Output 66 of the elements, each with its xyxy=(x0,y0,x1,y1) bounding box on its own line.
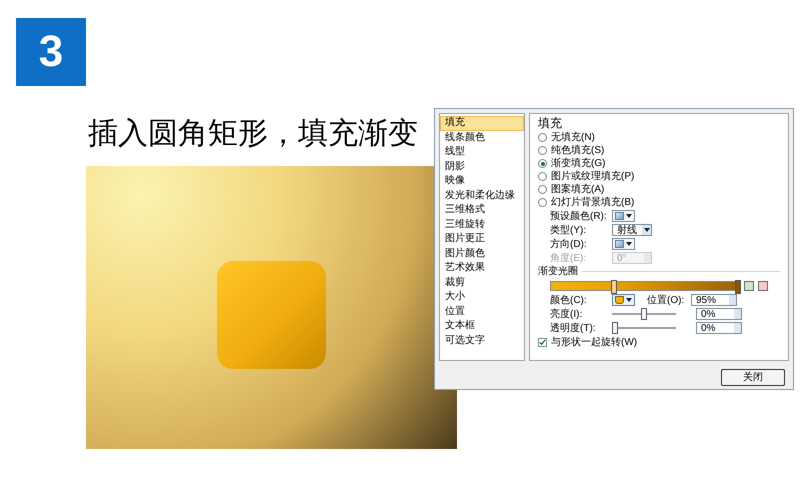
checkbox-label: 与形状一起旋转(W) xyxy=(551,336,638,348)
transparency-slider[interactable] xyxy=(612,322,676,334)
sidebar-item[interactable]: 位置 xyxy=(440,304,524,319)
slider-thumb[interactable] xyxy=(612,322,618,334)
radio-button[interactable] xyxy=(538,185,547,194)
add-stop-icon[interactable] xyxy=(744,280,754,290)
sidebar-item[interactable]: 三维旋转 xyxy=(440,218,524,232)
type-dropdown[interactable]: 射线 xyxy=(612,224,652,236)
sidebar-item[interactable]: 阴影 xyxy=(440,160,524,174)
section-title: 渐变光圈 xyxy=(538,265,578,278)
field-label: 颜色(C): xyxy=(550,294,588,306)
radio-label: 无填充(N) xyxy=(551,131,595,144)
radio-label: 纯色填充(S) xyxy=(551,144,604,157)
color-button[interactable] xyxy=(612,294,635,306)
slide-heading: 插入圆角矩形，填充渐变 xyxy=(88,116,418,152)
sidebar-item[interactable]: 映像 xyxy=(440,174,524,188)
sidebar-item[interactable]: 发光和柔化边缘 xyxy=(440,188,524,203)
preset-color-button[interactable] xyxy=(612,210,635,222)
caret-icon xyxy=(644,228,650,232)
sidebar-item[interactable]: 裁剪 xyxy=(440,276,524,290)
brightness-input[interactable]: 0% xyxy=(696,308,742,320)
field-label: 方向(D): xyxy=(550,238,588,250)
sidebar-item[interactable]: 线条颜色 xyxy=(440,130,524,145)
radio-label: 幻灯片背景填充(B) xyxy=(551,196,634,209)
slider-thumb[interactable] xyxy=(641,308,647,320)
transparency-input[interactable]: 0% xyxy=(696,322,742,334)
sidebar-item[interactable]: 文本框 xyxy=(440,319,524,334)
radio-button[interactable] xyxy=(538,172,547,181)
sidebar-item[interactable]: 艺术效果 xyxy=(440,261,524,276)
field-label: 预设颜色(R): xyxy=(550,210,608,222)
color-swatch-icon xyxy=(615,212,624,220)
sidebar-item[interactable]: 填充 xyxy=(440,116,524,130)
caret-icon xyxy=(626,298,632,302)
caret-icon xyxy=(626,242,632,246)
position-input[interactable]: 95% xyxy=(691,294,737,306)
sidebar-item[interactable]: 三维格式 xyxy=(440,203,524,218)
radio-label: 图案填充(A) xyxy=(551,183,604,196)
radio-button[interactable] xyxy=(538,133,547,142)
sidebar-item[interactable]: 大小 xyxy=(440,290,524,304)
paint-bucket-icon xyxy=(615,296,624,304)
field-label: 类型(Y): xyxy=(550,224,588,236)
color-swatch-icon xyxy=(615,240,624,248)
remove-stop-icon[interactable] xyxy=(758,280,768,290)
field-label: 角度(E): xyxy=(550,252,588,264)
radio-label: 图片或纹理填充(P) xyxy=(551,170,634,183)
pane-title: 填充 xyxy=(538,116,562,131)
direction-button[interactable] xyxy=(612,238,635,250)
field-label: 透明度(T): xyxy=(550,322,597,334)
gradient-stop-handle[interactable] xyxy=(735,280,741,294)
spinner-icon xyxy=(644,253,651,263)
radio-label: 渐变填充(G) xyxy=(551,157,606,170)
radio-button[interactable] xyxy=(538,159,547,168)
sidebar-item[interactable]: 图片颜色 xyxy=(440,246,524,261)
caret-icon xyxy=(626,214,632,218)
step-badge: 3 xyxy=(16,18,86,86)
field-label: 位置(O): xyxy=(647,294,686,306)
radio-button[interactable] xyxy=(538,198,547,207)
close-button[interactable]: 关闭 xyxy=(721,368,785,386)
sidebar-item[interactable]: 线型 xyxy=(440,145,524,160)
checkbox[interactable] xyxy=(538,338,547,346)
field-label: 亮度(I): xyxy=(550,308,584,320)
radio-button[interactable] xyxy=(538,146,547,155)
sidebar-item[interactable]: 图片更正 xyxy=(440,232,524,246)
gradient-stop-handle[interactable] xyxy=(611,280,617,294)
brightness-slider[interactable] xyxy=(612,308,676,320)
sidebar-item[interactable]: 可选文字 xyxy=(440,334,524,348)
